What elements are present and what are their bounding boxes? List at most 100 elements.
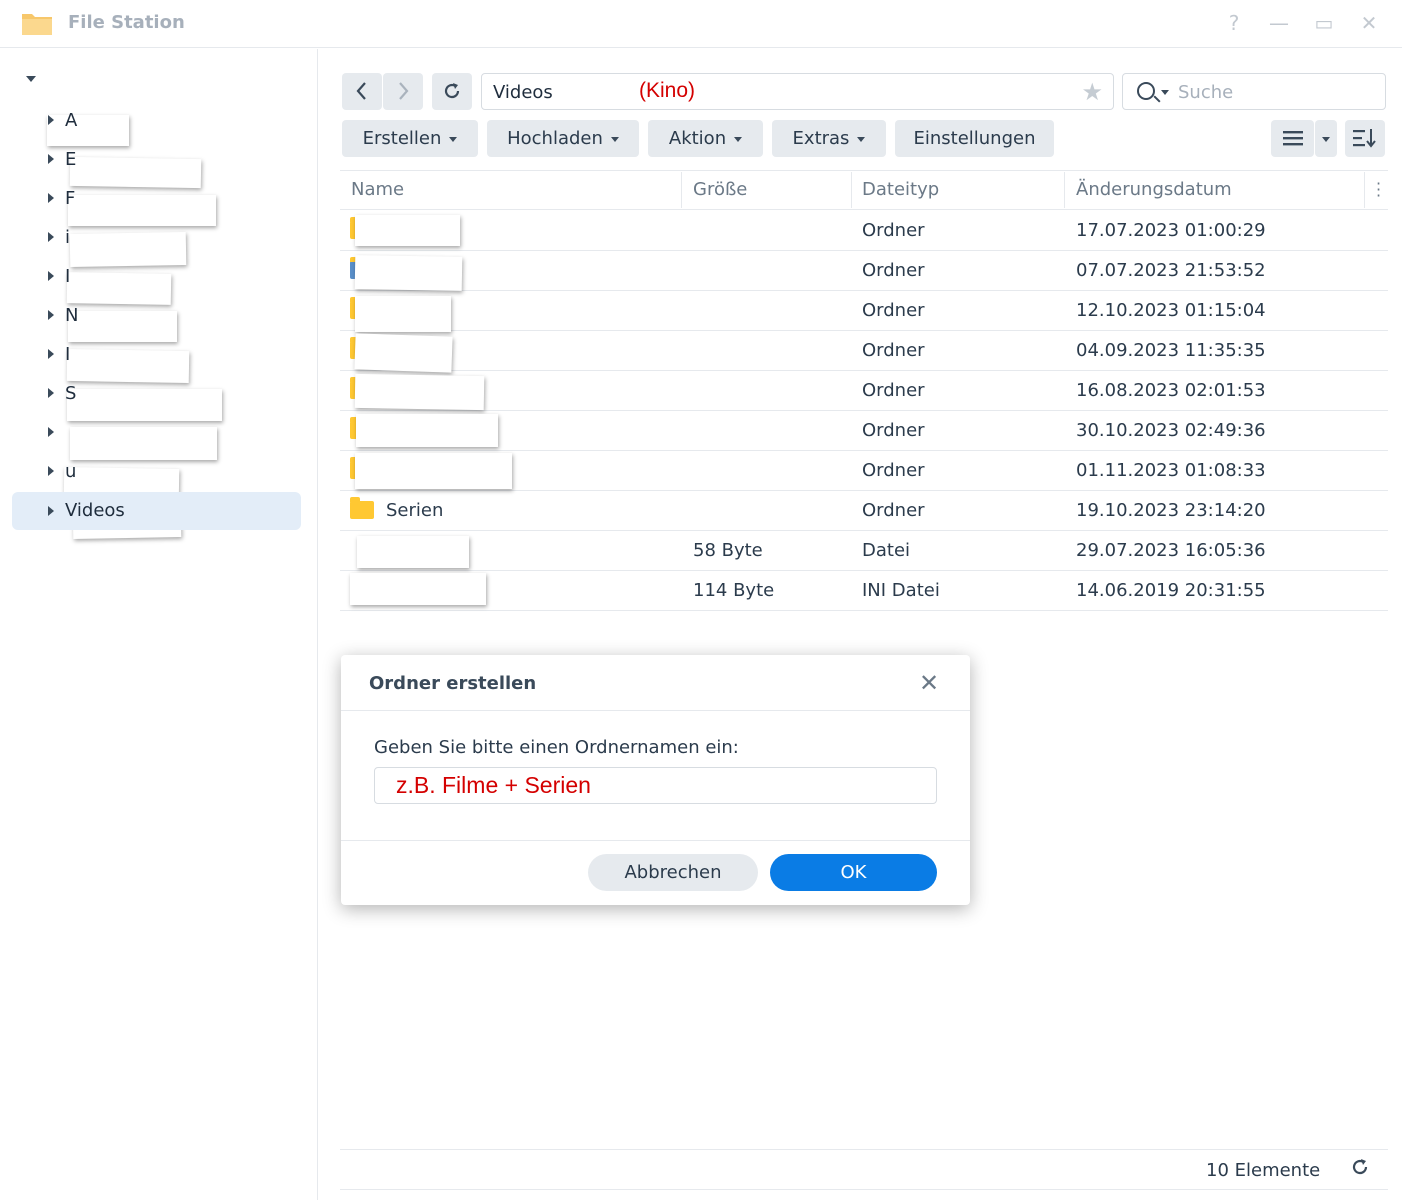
tree-label-fragment: N bbox=[65, 305, 79, 326]
caret-right-icon[interactable] bbox=[48, 388, 54, 398]
column-separator bbox=[1064, 172, 1065, 208]
upload-button[interactable]: Hochladen bbox=[487, 120, 639, 157]
path-text: Videos bbox=[493, 82, 553, 103]
tree-item[interactable]: E bbox=[12, 140, 301, 178]
tree-label-fragment: E bbox=[65, 149, 77, 170]
cell-type: INI Datei bbox=[862, 580, 940, 601]
cell-date: 30.10.2023 02:49:36 bbox=[1076, 420, 1266, 441]
app-title: File Station bbox=[68, 12, 185, 33]
upload-label: Hochladen bbox=[507, 128, 603, 149]
caret-right-icon[interactable] bbox=[48, 506, 54, 516]
table-row[interactable]: Ordner 17.07.2023 01:00:29 bbox=[340, 211, 1388, 251]
tree-root[interactable] bbox=[12, 60, 301, 98]
caret-down-icon bbox=[734, 136, 743, 142]
cell-date: 14.06.2019 20:31:55 bbox=[1076, 580, 1266, 601]
view-dropdown-button[interactable] bbox=[1315, 120, 1337, 157]
cancel-button[interactable]: Abbrechen bbox=[588, 854, 758, 891]
tree-item[interactable]: F bbox=[12, 179, 301, 217]
cell-type: Ordner bbox=[862, 220, 925, 241]
caret-down-icon bbox=[1322, 136, 1330, 142]
cell-size: 114 Byte bbox=[693, 580, 775, 601]
back-button[interactable] bbox=[342, 73, 382, 110]
column-type[interactable]: Dateityp bbox=[862, 170, 939, 210]
caret-right-icon[interactable] bbox=[48, 232, 54, 242]
caret-right-icon[interactable] bbox=[48, 466, 54, 476]
refresh-button[interactable] bbox=[432, 73, 472, 110]
search-field[interactable]: Suche bbox=[1122, 73, 1386, 110]
extras-button[interactable]: Extras bbox=[772, 120, 886, 157]
cell-date: 04.09.2023 11:35:35 bbox=[1076, 340, 1266, 361]
close-icon[interactable]: ✕ bbox=[919, 669, 939, 697]
column-separator bbox=[1364, 172, 1365, 208]
tree-item[interactable]: i bbox=[12, 218, 301, 256]
tree-item[interactable]: A bbox=[12, 101, 301, 139]
tree-item[interactable]: u bbox=[12, 452, 301, 490]
caret-right-icon[interactable] bbox=[48, 349, 54, 359]
column-size[interactable]: Größe bbox=[693, 170, 747, 210]
cell-name: Serien bbox=[386, 500, 444, 521]
redaction-box bbox=[354, 255, 463, 291]
list-view-button[interactable] bbox=[1271, 120, 1314, 157]
sort-button[interactable] bbox=[1345, 120, 1385, 157]
create-button[interactable]: Erstellen bbox=[342, 120, 478, 157]
caret-right-icon[interactable] bbox=[48, 154, 54, 164]
cell-date: 19.10.2023 23:14:20 bbox=[1076, 500, 1266, 521]
folder-name-input[interactable]: z.B. Filme + Serien bbox=[374, 767, 937, 804]
cell-type: Datei bbox=[862, 540, 911, 561]
chevron-down-icon[interactable] bbox=[1161, 90, 1169, 95]
star-icon[interactable]: ★ bbox=[1081, 78, 1103, 106]
cell-type: Ordner bbox=[862, 420, 925, 441]
sidebar-tree: A E F i I N I S u Videos bbox=[0, 49, 318, 1200]
tree-item[interactable]: S bbox=[12, 374, 301, 412]
redaction-box bbox=[354, 373, 485, 411]
tree-item[interactable]: I bbox=[12, 257, 301, 295]
path-annotation: (Kino) bbox=[639, 79, 696, 102]
table-row[interactable]: 114 Byte INI Datei 14.06.2019 20:31:55 bbox=[340, 571, 1388, 611]
item-count: 10 Elemente bbox=[1206, 1160, 1321, 1181]
column-separator bbox=[681, 172, 682, 208]
help-icon[interactable]: ? bbox=[1220, 10, 1248, 36]
ok-button[interactable]: OK bbox=[770, 854, 937, 891]
table-row[interactable]: 58 Byte Datei 29.07.2023 16:05:36 bbox=[340, 531, 1388, 571]
tree-item[interactable]: N bbox=[12, 296, 301, 334]
cell-type: Ordner bbox=[862, 500, 925, 521]
caret-down-icon bbox=[857, 136, 866, 142]
settings-button[interactable]: Einstellungen bbox=[895, 120, 1054, 157]
column-date[interactable]: Änderungsdatum bbox=[1076, 170, 1232, 210]
folder-icon bbox=[350, 497, 374, 519]
table-row[interactable]: Ordner 04.09.2023 11:35:35 bbox=[340, 331, 1388, 371]
column-separator bbox=[851, 172, 852, 208]
tree-item[interactable]: I bbox=[12, 335, 301, 373]
table-row[interactable]: Ordner 07.07.2023 21:53:52 bbox=[340, 251, 1388, 291]
caret-down-icon bbox=[610, 136, 619, 142]
tree-item[interactable] bbox=[12, 413, 301, 451]
caret-right-icon[interactable] bbox=[48, 427, 54, 437]
maximize-icon[interactable]: ▭ bbox=[1310, 10, 1338, 36]
cell-size: 58 Byte bbox=[693, 540, 763, 561]
caret-down-icon[interactable] bbox=[26, 76, 36, 82]
table-row[interactable]: Ordner 12.10.2023 01:15:04 bbox=[340, 291, 1388, 331]
caret-right-icon[interactable] bbox=[48, 115, 54, 125]
redaction-box bbox=[356, 414, 498, 447]
close-icon[interactable]: ✕ bbox=[1355, 10, 1383, 36]
cell-date: 17.07.2023 01:00:29 bbox=[1076, 220, 1266, 241]
tree-label-fragment: i bbox=[65, 227, 71, 248]
caret-right-icon[interactable] bbox=[48, 271, 54, 281]
caret-right-icon[interactable] bbox=[48, 193, 54, 203]
dialog-prompt: Geben Sie bitte einen Ordnernamen ein: bbox=[374, 737, 739, 758]
caret-right-icon[interactable] bbox=[48, 310, 54, 320]
table-row[interactable]: Ordner 16.08.2023 02:01:53 bbox=[340, 371, 1388, 411]
path-field[interactable]: Videos (Kino) ★ bbox=[481, 73, 1114, 110]
action-button[interactable]: Aktion bbox=[648, 120, 763, 157]
forward-button[interactable] bbox=[383, 73, 423, 110]
search-icon[interactable] bbox=[1137, 82, 1155, 100]
column-name[interactable]: Name bbox=[351, 170, 404, 210]
minimize-icon[interactable]: — bbox=[1265, 10, 1293, 36]
more-options-icon[interactable]: · · · bbox=[1376, 176, 1381, 204]
tree-item-videos[interactable]: Videos bbox=[12, 492, 301, 530]
table-row[interactable]: Serien Ordner 19.10.2023 23:14:20 bbox=[340, 491, 1388, 531]
search-placeholder: Suche bbox=[1178, 82, 1234, 103]
folder-app-icon bbox=[22, 14, 52, 35]
refresh-icon[interactable] bbox=[1350, 1157, 1370, 1183]
sort-icon bbox=[1353, 129, 1376, 148]
